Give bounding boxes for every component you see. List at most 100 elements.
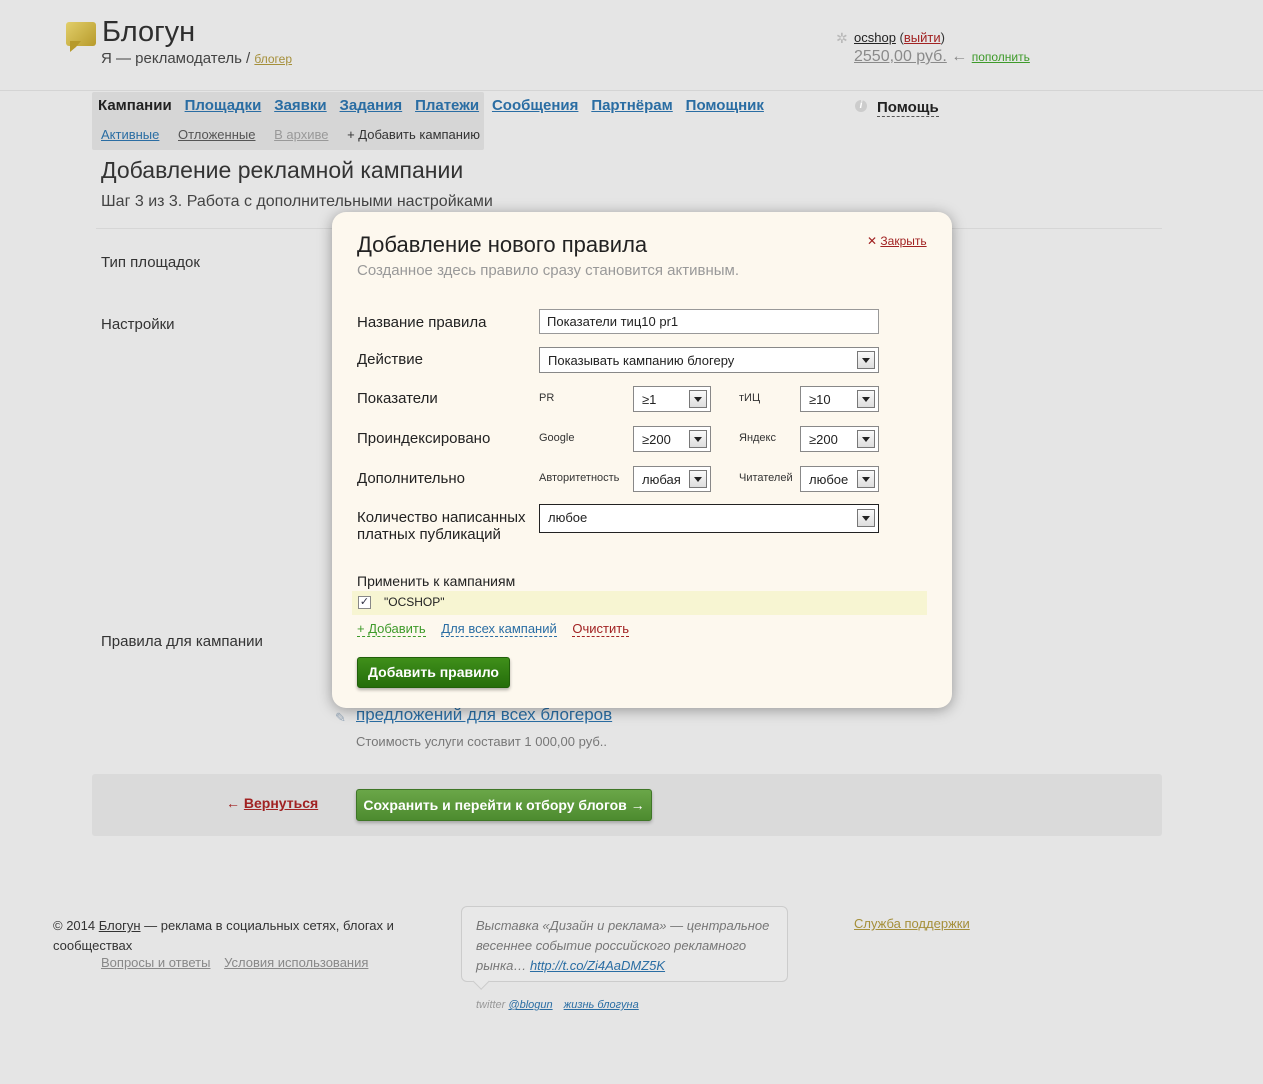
campaign-checkbox[interactable]: ✓	[358, 596, 371, 609]
balance-block: 2550,00 руб. ← пополнить	[854, 48, 1030, 66]
arrow-left-icon: ←	[951, 48, 968, 65]
extra-label: Дополнительно	[357, 470, 465, 487]
paid-posts-label: Количество написанных платных публикаций	[357, 509, 526, 543]
blog-life-link[interactable]: жизнь блогуна	[564, 999, 639, 1011]
topup-link[interactable]: пополнить	[972, 50, 1030, 64]
google-value: ≥200	[642, 432, 671, 447]
nav-sites[interactable]: Площадки	[185, 97, 262, 114]
nav-payments[interactable]: Платежи	[415, 97, 479, 114]
username-link[interactable]: ocshop	[854, 30, 896, 45]
pr-select[interactable]: ≥1	[633, 386, 711, 412]
modal-title: Добавление нового правила	[357, 232, 648, 257]
user-info: ocshop (выйти)	[854, 30, 945, 45]
yandex-value: ≥200	[809, 432, 838, 447]
chevron-down-icon[interactable]	[689, 390, 707, 408]
nav-assistant[interactable]: Помощник	[686, 97, 764, 114]
balance-amount[interactable]: 2550,00 руб.	[854, 48, 947, 65]
authority-label: Авторитетность	[539, 472, 620, 484]
nav-items: Кампании Площадки Заявки Задания Платежи…	[98, 97, 773, 114]
role-switch: Я — рекламодатель / блогер	[101, 50, 292, 67]
nav-campaigns[interactable]: Кампании	[98, 97, 172, 114]
all-bloggers-link[interactable]: предложений для всех блогеров	[356, 705, 612, 725]
pr-label: PR	[539, 392, 555, 404]
chevron-down-icon[interactable]	[689, 470, 707, 488]
chevron-down-icon[interactable]	[857, 509, 875, 527]
google-select[interactable]: ≥200	[633, 426, 711, 452]
subnav-postponed[interactable]: Отложенные	[178, 127, 255, 142]
page-title: Добавление рекламной кампании	[101, 157, 464, 183]
page-step: Шаг 3 из 3. Работа с дополнительными нас…	[101, 193, 493, 210]
action-value: Показывать кампанию блогеру	[548, 353, 735, 368]
copyright-year: © 2014	[53, 918, 96, 933]
modal-subtitle: Созданное здесь правило сразу становится…	[357, 262, 740, 279]
logo-text[interactable]: Блогун	[102, 16, 195, 49]
readers-label: Читателей	[739, 472, 793, 484]
back-link[interactable]: ← Вернуться	[226, 795, 318, 811]
tic-select[interactable]: ≥10	[800, 386, 879, 412]
support-link[interactable]: Служба поддержки	[854, 916, 970, 931]
pr-value: ≥1	[642, 392, 657, 407]
nav-messages[interactable]: Сообщения	[492, 97, 578, 114]
site-type-label: Тип площадок	[101, 254, 200, 271]
role-text: Я — рекламодатель /	[101, 50, 251, 67]
add-campaign-link[interactable]: + Добавить	[357, 621, 426, 637]
settings-label: Настройки	[101, 316, 175, 333]
faq-link[interactable]: Вопросы и ответы	[101, 955, 210, 970]
readers-select[interactable]: любое	[800, 466, 879, 492]
gear-icon[interactable]: ✲	[836, 30, 848, 47]
nav-tasks[interactable]: Задания	[340, 97, 403, 114]
back-label[interactable]: Вернуться	[244, 795, 318, 811]
twitter-handle-link[interactable]: @blogun	[508, 999, 552, 1011]
rules-label: Правила для кампании	[101, 633, 263, 650]
campaign-name: "OCSHOP"	[384, 595, 445, 609]
campaign-row: ✓ "OCSHOP"	[352, 591, 927, 615]
twitter-prefix: twitter	[476, 999, 506, 1011]
logout-link[interactable]: выйти	[904, 30, 941, 45]
readers-value: любое	[809, 472, 849, 487]
all-campaigns-link[interactable]: Для всех кампаний	[441, 621, 557, 637]
cost-text: Стоимость услуги составит 1 000,00 руб..	[356, 734, 608, 749]
google-label: Google	[539, 432, 575, 444]
apply-campaigns-label: Применить к кампаниям	[357, 573, 516, 589]
chevron-down-icon[interactable]	[857, 390, 875, 408]
metrics-label: Показатели	[357, 390, 438, 407]
blogger-role-link[interactable]: блогер	[254, 52, 292, 66]
clear-link[interactable]: Очистить	[572, 621, 629, 637]
action-select[interactable]: Показывать кампанию блогеру	[539, 347, 879, 373]
info-icon: i	[855, 100, 867, 112]
tweet-link[interactable]: http://t.co/Zi4AaDMZ5K	[530, 958, 665, 973]
terms-link[interactable]: Условия использования	[224, 955, 368, 970]
paid-posts-select[interactable]: любое	[539, 504, 879, 533]
nav-requests[interactable]: Заявки	[274, 97, 326, 114]
campaign-actions: + Добавить Для всех кампаний Очистить	[357, 621, 629, 637]
indexed-label: Проиндексировано	[357, 430, 491, 447]
close-label[interactable]: Закрыть	[880, 234, 926, 248]
add-rule-button[interactable]: Добавить правило	[357, 657, 510, 688]
yandex-label: Яндекс	[739, 432, 776, 444]
tweet-box: Выставка «Дизайн и реклама» — центрально…	[461, 906, 788, 982]
help-link[interactable]: Помощь	[877, 99, 939, 117]
yandex-select[interactable]: ≥200	[800, 426, 879, 452]
pencil-icon: ✎	[335, 710, 346, 725]
subnav-active[interactable]: Активные	[101, 127, 159, 142]
footer-links: Вопросы и ответы Условия использования	[101, 955, 378, 970]
add-rule-modal: Добавление нового правила Созданное здес…	[332, 212, 952, 708]
header-divider	[0, 90, 1263, 91]
authority-value: любая	[642, 472, 681, 487]
close-button[interactable]: ✕ Закрыть	[867, 234, 927, 248]
save-continue-button[interactable]: Сохранить и перейти к отбору блогов →	[356, 789, 652, 821]
authority-select[interactable]: любая	[633, 466, 711, 492]
rule-name-input[interactable]: Показатели тиц10 pr1	[539, 309, 879, 334]
chevron-down-icon[interactable]	[689, 430, 707, 448]
chevron-down-icon[interactable]	[857, 470, 875, 488]
logo-icon[interactable]	[66, 22, 96, 52]
action-label: Действие	[357, 351, 423, 368]
subnav-add-campaign[interactable]: + Добавить кампанию	[347, 127, 480, 142]
subnav-archive[interactable]: В архиве	[274, 127, 328, 142]
chevron-down-icon[interactable]	[857, 351, 875, 369]
sub-nav: Активные Отложенные В архиве + Добавить …	[101, 127, 495, 142]
footer-brand-link[interactable]: Блогун	[99, 918, 141, 933]
rule-name-label: Название правила	[357, 314, 487, 331]
nav-partners[interactable]: Партнёрам	[591, 97, 672, 114]
chevron-down-icon[interactable]	[857, 430, 875, 448]
